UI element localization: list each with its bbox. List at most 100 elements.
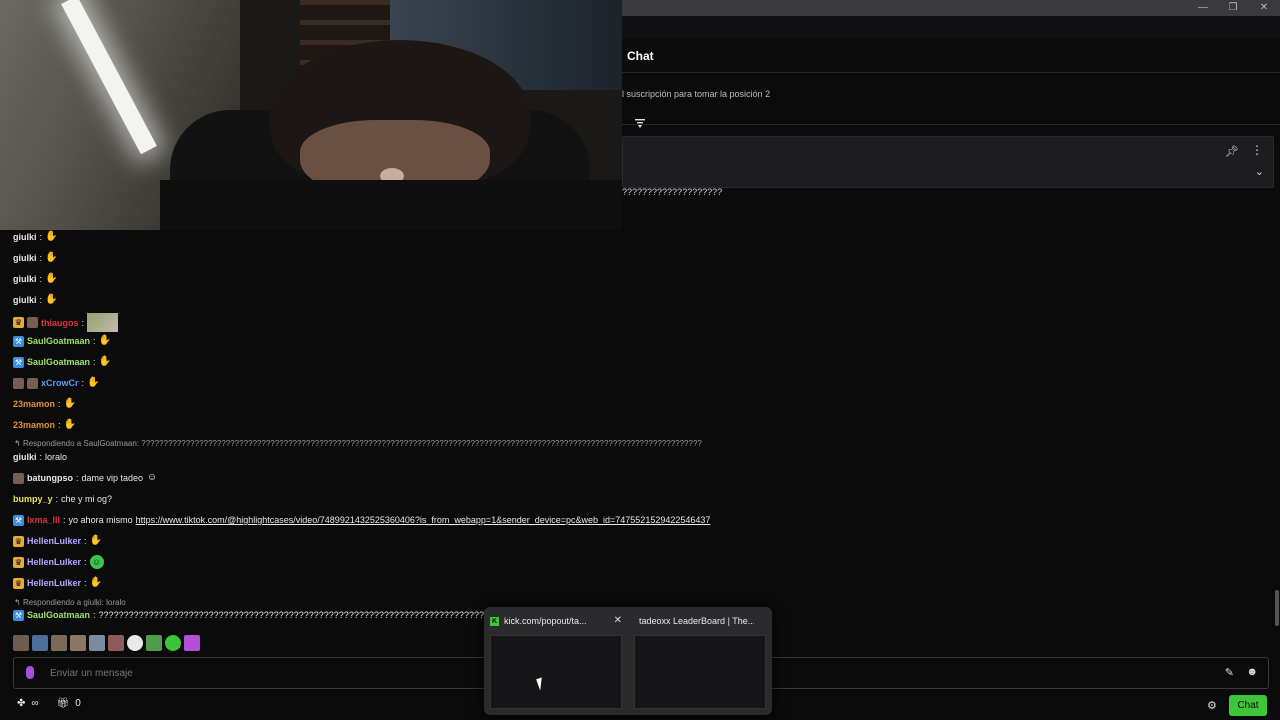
chat-link[interactable]: https://www.tiktok.com/@highlightcases/v…	[136, 513, 711, 527]
window-thumbnail	[490, 635, 622, 709]
hands-emote-icon: ✋	[98, 335, 111, 346]
chat-send-button[interactable]: Chat	[1229, 695, 1267, 716]
overflow-message-text: ????????????????????	[622, 187, 723, 197]
crown-badge-icon: ♛	[13, 577, 24, 589]
chat-username[interactable]: 23mamon	[13, 397, 55, 411]
minimize-button[interactable]: —	[1188, 0, 1218, 16]
separator: :	[39, 274, 43, 284]
chat-message: batungpso: dame vip tadeo ☺	[13, 471, 158, 485]
separator: :	[39, 232, 43, 242]
gear-icon[interactable]: ⚙	[1207, 699, 1217, 712]
hands-emote-icon: ✋	[63, 398, 76, 409]
separator: :	[39, 295, 43, 305]
chat-username[interactable]: xCrowCr	[41, 376, 79, 390]
chat-username[interactable]: giulki	[13, 230, 37, 244]
separator: :	[76, 473, 79, 483]
maximize-button[interactable]: ❐	[1218, 0, 1248, 16]
chat-username[interactable]: giulki	[13, 293, 37, 307]
pinned-message[interactable]: 📌︎ ⋮ ⌄	[622, 136, 1274, 188]
chat-message: giulki: ✋	[13, 251, 57, 265]
chat-username[interactable]: SaulGoatmaan	[27, 608, 90, 622]
chat-message: ♛ thiaugos:	[13, 313, 119, 332]
emote-button[interactable]	[146, 635, 162, 651]
pin-icon[interactable]: 📌︎	[1225, 145, 1239, 158]
window-preview-leaderboard[interactable]: tadeoxx LeaderBoard | The...	[630, 613, 768, 709]
chat-username[interactable]: HellenLulker	[27, 555, 81, 569]
emote-button[interactable]	[13, 635, 29, 651]
chat-message-text: yo ahora mismo	[68, 515, 133, 525]
chat-username[interactable]: giulki	[13, 251, 37, 265]
separator: :	[84, 578, 87, 588]
emote-button[interactable]	[165, 635, 181, 651]
emote-button[interactable]	[108, 635, 124, 651]
emoji-icon[interactable]: ☻	[1246, 666, 1258, 678]
chat-username[interactable]: HellenLulker	[27, 576, 81, 590]
hands-emote-icon: ✋	[87, 377, 100, 388]
points-value: ∞	[31, 698, 39, 709]
chat-title: Chat	[627, 49, 654, 63]
header-divider	[622, 124, 1280, 125]
emote-button[interactable]	[51, 635, 67, 651]
separator: :	[58, 399, 61, 409]
window-preview-kick[interactable]: Kkick.com/popout/ta... ✕	[486, 613, 624, 709]
green-face-emote-icon: ☺	[89, 555, 104, 569]
chat-message: ⚒ SaulGoatmaan: ✋	[13, 334, 111, 348]
face-emote-icon: ☺	[146, 472, 158, 483]
chat-username[interactable]: 23mamon	[13, 418, 55, 432]
reply-indicator: ↰ Respondiendo a giulki: loralo	[14, 598, 126, 607]
chat-message: giulki: ✋	[13, 272, 57, 286]
crown-badge-icon: ♛	[13, 556, 24, 568]
hands-emote-icon: ✋	[89, 535, 102, 546]
hands-emote-icon: ✋	[45, 231, 58, 242]
window-title: tadeoxx LeaderBoard | The...	[639, 616, 754, 626]
chat-username[interactable]: batungpso	[27, 471, 73, 485]
gift-icon[interactable]: 🎁︎	[57, 698, 70, 709]
message-input[interactable]	[48, 667, 452, 680]
window-switcher-popup: Kkick.com/popout/ta... ✕ tadeoxx LeaderB…	[484, 607, 772, 715]
separator: :	[93, 357, 96, 367]
image-emote	[87, 313, 119, 332]
more-options-icon[interactable]: ⋮	[1251, 143, 1263, 157]
window-title: kick.com/popout/ta...	[504, 616, 587, 626]
chat-username[interactable]: thiaugos	[41, 316, 79, 330]
chat-message: giulki: loralo	[13, 450, 67, 464]
separator: :	[58, 420, 61, 430]
tool-badge-icon: ⚒	[13, 356, 24, 368]
microphone-icon[interactable]	[26, 666, 34, 679]
chat-message-text: dame vip tadeo	[81, 473, 144, 483]
reply-text: Respondiendo a SaulGoatmaan: ???????????…	[22, 439, 702, 448]
chat-message: ⚒ SaulGoatmaan:??????????????????????????…	[13, 608, 489, 622]
hands-emote-icon: ✋	[45, 252, 58, 263]
chat-message: giulki: ✋	[13, 230, 57, 244]
chevron-down-icon[interactable]: ⌄	[1255, 165, 1264, 178]
chat-username[interactable]: bumpy_y	[13, 492, 53, 506]
reply-text: Respondiendo a giulki: loralo	[22, 598, 126, 607]
chat-username[interactable]: HellenLulker	[27, 534, 81, 548]
avatar	[27, 317, 38, 328]
chat-message: 23mamon: ✋	[13, 418, 76, 432]
chat-username[interactable]: giulki	[13, 450, 37, 464]
filter-icon[interactable]	[634, 117, 646, 129]
emote-button[interactable]	[70, 635, 86, 651]
close-window-button[interactable]: ✕	[1249, 0, 1279, 16]
chat-message: ⚒ SaulGoatmaan: ✋	[13, 355, 111, 369]
chat-username[interactable]: lxma_lll	[27, 513, 60, 527]
separator: :	[39, 253, 43, 263]
scrollbar[interactable]	[1275, 590, 1279, 626]
emote-button[interactable]	[32, 635, 48, 651]
kick-icon: K	[490, 616, 499, 626]
chat-username[interactable]: SaulGoatmaan	[27, 355, 90, 369]
crown-badge-icon: ♛	[13, 535, 24, 547]
close-icon[interactable]: ✕	[614, 615, 622, 626]
translate-icon[interactable]: ✎	[1225, 666, 1234, 679]
chat-username[interactable]: giulki	[13, 272, 37, 286]
emote-button[interactable]	[184, 635, 200, 651]
chat-username[interactable]: SaulGoatmaan	[27, 334, 90, 348]
tool-badge-icon: ⚒	[13, 335, 24, 347]
hands-emote-icon: ✋	[45, 294, 58, 305]
emote-button[interactable]	[127, 635, 143, 651]
emote-button[interactable]	[89, 635, 105, 651]
points-icon[interactable]: ✤	[17, 698, 25, 709]
hands-emote-icon: ✋	[63, 419, 76, 430]
hands-emote-icon: ✋	[89, 577, 102, 588]
